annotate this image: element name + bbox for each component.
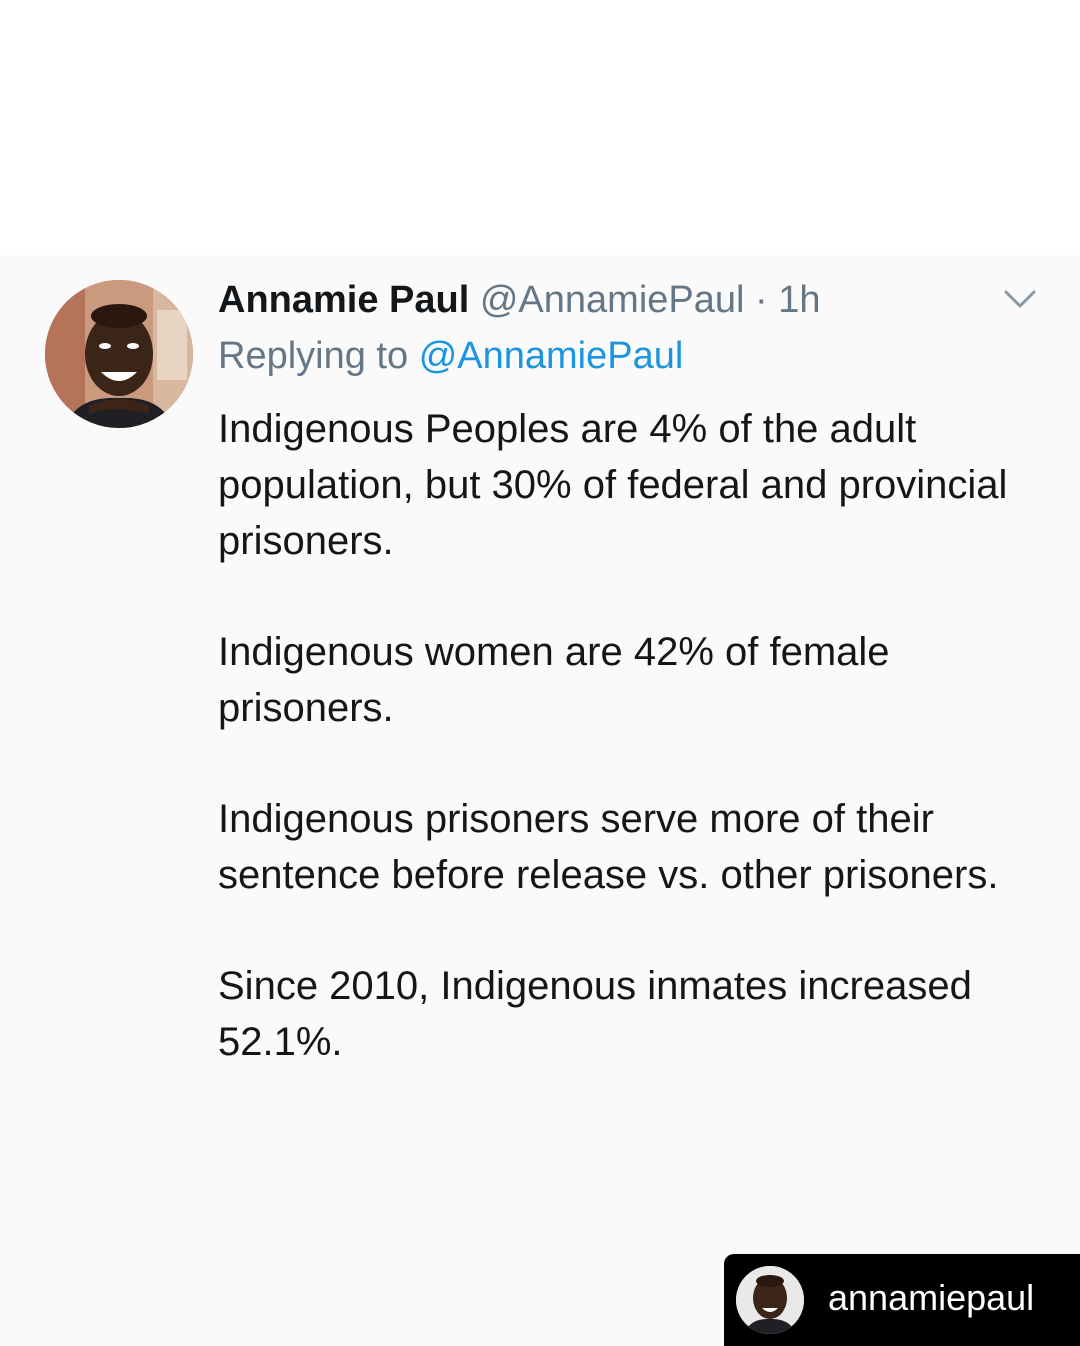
reply-context: Replying to @AnnamiePaul: [218, 332, 683, 380]
tweet-text: Indigenous Peoples are 4% of the adult p…: [218, 401, 1038, 1125]
display-name[interactable]: Annamie Paul: [218, 279, 469, 321]
reply-target-link[interactable]: @AnnamiePaul: [419, 335, 684, 377]
repost-username: annamiepaul: [828, 1277, 1035, 1318]
tweet-timestamp[interactable]: 1h: [778, 279, 820, 321]
separator-dot: ·: [755, 279, 768, 321]
top-whitespace: [0, 0, 1080, 255]
tweet-paragraph: Indigenous Peoples are 4% of the adult p…: [218, 407, 1008, 563]
tweet-paragraph: Indigenous prisoners serve more of their…: [218, 797, 999, 897]
tweet-paragraph: Since 2010, Indigenous inmates increased…: [218, 964, 972, 1064]
tweet-header: Annamie Paul @AnnamiePaul · 1h: [218, 276, 821, 324]
user-handle[interactable]: @AnnamiePaul: [480, 279, 745, 321]
tweet-paragraph: Indigenous women are 42% of female priso…: [218, 630, 890, 730]
chevron-down-icon[interactable]: [1000, 284, 1040, 314]
repost-avatar: [736, 1266, 804, 1334]
repost-badge[interactable]: annamiepaul: [724, 1254, 1080, 1346]
reply-prefix: Replying to: [218, 335, 409, 377]
profile-avatar[interactable]: [45, 280, 193, 428]
